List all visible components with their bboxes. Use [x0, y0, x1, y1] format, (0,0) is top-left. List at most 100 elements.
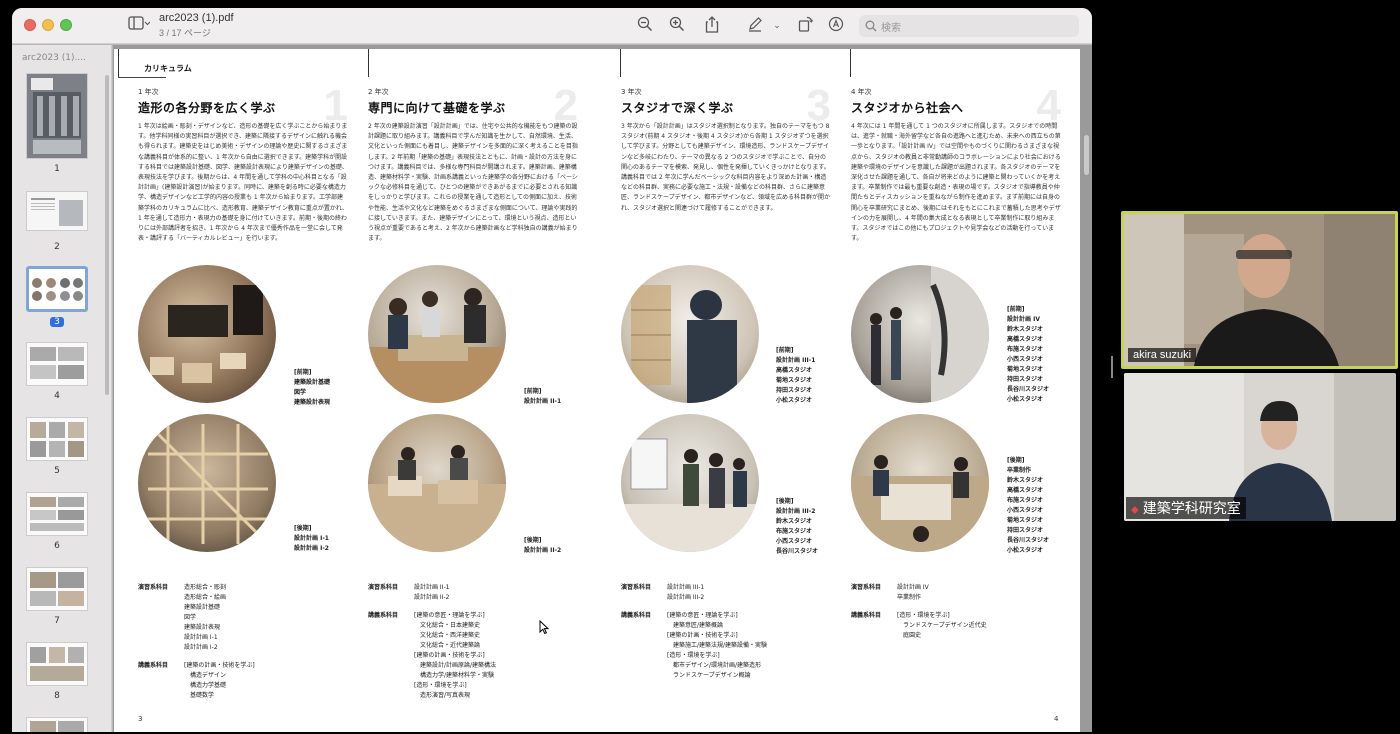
year-number: 4 — [1036, 81, 1061, 130]
sidebar-title: arc2023 (1).... — [22, 53, 86, 63]
list-item: [建築の意匠・理論を学ぶ] — [667, 612, 738, 619]
subject-list: [建築の意匠・理論を学ぶ] 文化総合・日本建築史 文化総合・西洋建築史 文化総合… — [414, 611, 496, 701]
minimize-window-button[interactable] — [42, 19, 54, 31]
list-item: 造形演習/写真表現 — [414, 692, 471, 699]
sidebar-scrollbar[interactable] — [105, 75, 109, 395]
list-item: 布施スタジオ — [1007, 497, 1044, 504]
page-thumbnail[interactable] — [26, 73, 88, 159]
list-item: 造形総合・彫刻 — [184, 584, 227, 591]
list-item: 小松スタジオ — [1007, 396, 1044, 403]
document-scrollbar[interactable] — [1084, 135, 1089, 175]
term-label-year1-first: [前期] 建築設計基礎 図学 建築設計表現 — [294, 368, 330, 408]
list-item: [建築の計画・技術を学ぶ] — [184, 662, 255, 669]
list-item: 鈴木スタジオ — [1007, 477, 1044, 484]
list-item: 菊地スタジオ — [1007, 517, 1044, 524]
document-title: arc2023 (1).pdf — [159, 12, 234, 24]
year-column-3: 3 3 年次 スタジオで深く学ぶ 3 年次から「設計計画」はスタジオ選択制となり… — [621, 79, 831, 214]
list-item: 設計計画 I-2 — [294, 545, 329, 552]
subject-list: 造形総合・彫刻 造形総合・絵画 建築設計基礎 図学 建築設計表現 設計計画 I-1 設計計画… — [184, 583, 226, 653]
list-item: [後期] — [776, 498, 794, 505]
zoom-out-icon[interactable] — [635, 16, 655, 36]
term-label-year3-second: [後期] 設計計画 III-2 鈴木スタジオ 布施スタジオ 小西スタジオ 長谷川スタジオ — [776, 497, 818, 557]
list-item: [前期] — [1007, 306, 1025, 313]
zoom-in-icon[interactable] — [667, 16, 687, 36]
year-column-1: 1 1 年次 造形の各分野を広く学ぶ 1 年次は絵画・彫刻・デザインなど、造形の… — [138, 79, 348, 244]
share-icon[interactable] — [702, 16, 722, 36]
list-item: 持田スタジオ — [1007, 376, 1044, 383]
page-thumbnail[interactable] — [26, 342, 88, 386]
page-thumbnail[interactable] — [26, 717, 88, 732]
list-item: 設計計画 III-1 — [776, 357, 816, 364]
column-title: 造形の各分野を広く学ぶ — [138, 101, 276, 115]
page-thumbnail[interactable] — [26, 492, 88, 536]
zoom-window-button[interactable] — [60, 19, 72, 31]
page-thumbnail[interactable] — [26, 567, 88, 611]
video-panel-resize-handle[interactable] — [1111, 356, 1113, 378]
thumbnail-page-number: 4 — [54, 391, 60, 401]
document-view: カリキュラム 1 1 年次 造形の各分野を広く学ぶ 1 年次は絵画・彫刻・デザイ… — [113, 45, 1092, 732]
page-thumbnail[interactable] — [26, 642, 88, 686]
section-heading: カリキュラム — [144, 64, 192, 73]
video-tile-speaker[interactable]: akira suzuki — [1121, 211, 1398, 369]
year-column-4: 4 4 年次 スタジオから社会へ 4 年次には 1 年間を通して 1 つのスタジ… — [851, 79, 1061, 244]
year-column-2: 2 2 年次 専門に向けて基礎を学ぶ 2 年次の建築設計演習「設計計画」では、住… — [368, 79, 578, 244]
term-label-year3-first: [前期] 設計計画 III-1 高橋スタジオ 菊地スタジオ 持田スタジオ 小松スタジオ — [776, 346, 815, 406]
search-field[interactable]: 検索 — [859, 15, 1079, 37]
list-item: 高橋スタジオ — [1007, 336, 1044, 343]
term-label-year4-second: [後期] 卒業制作 鈴木スタジオ 高橋スタジオ 布施スタジオ 小西スタジオ 菊地スタジオ 持田… — [1007, 456, 1049, 556]
list-item: 文化総合・近代建築論 — [414, 642, 481, 649]
header-rule — [118, 77, 166, 78]
page-number-left: 3 — [138, 715, 143, 723]
page-thumbnail[interactable] — [26, 191, 88, 231]
subject-category: 演習系科目 — [368, 584, 399, 591]
page-indicator: 3 / 17 ページ — [159, 28, 211, 38]
page-thumbnail-selected[interactable] — [26, 266, 88, 312]
list-item: 文化総合・日本建築史 — [414, 622, 481, 629]
list-item: [造形・環境を学ぶ] — [414, 682, 467, 689]
markup-pen-icon[interactable] — [745, 16, 765, 36]
year-number: 1 — [323, 81, 348, 130]
column-marker — [118, 49, 119, 77]
list-item: 持田スタジオ — [776, 387, 813, 394]
list-item: [前期] — [524, 388, 542, 395]
list-item: 設計計画 III-1 — [667, 584, 705, 591]
subject-category: 演習系科目 — [851, 584, 882, 591]
participant-name: ⬥ 建築学科研究室 — [1126, 497, 1246, 519]
subject-list: [建築の意匠・理論を学ぶ] 建築意匠/建築概論 [建築の計画・技術を学ぶ] 建築施… — [667, 611, 767, 681]
rotate-icon[interactable] — [795, 16, 815, 36]
list-item: 鈴木スタジオ — [776, 518, 813, 525]
annotate-icon[interactable] — [826, 16, 846, 36]
list-item: 長谷川スタジオ — [1007, 386, 1050, 393]
screen: arc2023 (1).pdf 3 / 17 ページ ⌄ 検索 arc2023 … — [0, 0, 1400, 734]
subject-category: 講義系科目 — [138, 662, 169, 669]
list-item: [後期] — [524, 537, 542, 544]
list-item: 布施スタジオ — [776, 528, 813, 535]
markup-dropdown-chevron-icon[interactable]: ⌄ — [770, 16, 784, 36]
thumbnail-page-number: 5 — [54, 466, 60, 476]
year-label: 4 年次 — [851, 88, 872, 96]
video-tile-participant[interactable]: ⬥ 建築学科研究室 — [1124, 373, 1396, 521]
subjects-year4: 演習系科目 設計計画 IV 卒業制作 講義系科目 [造形・環境を学ぶ] ランドスケープ… — [851, 583, 987, 641]
column-body: 4 年次には 1 年間を通して 1 つのスタジオに所属します。スタジオでの時間は… — [851, 123, 1061, 243]
list-item: [前期] — [776, 347, 794, 354]
list-item: 卒業制作 — [897, 594, 922, 601]
close-window-button[interactable] — [24, 19, 36, 31]
thumbnail-page-number-selected: 3 — [26, 317, 88, 327]
list-item: 設計計画 II-1 — [414, 584, 450, 591]
list-item: ランドスケープデザイン概論 — [667, 672, 751, 679]
list-item: 布施スタジオ — [1007, 346, 1044, 353]
column-body: 2 年次の建築設計演習「設計計画」では、住宅や公共的な機能をもつ建築の設計課題に… — [368, 123, 578, 243]
sidebar-toggle-icon[interactable] — [126, 16, 152, 36]
list-item: ランドスケープデザイン近代史 — [897, 622, 987, 629]
title-bar: arc2023 (1).pdf 3 / 17 ページ ⌄ 検索 — [12, 8, 1092, 44]
column-marker — [368, 49, 369, 77]
thumbnail-page-number: 2 — [54, 242, 60, 252]
year-number: 2 — [553, 81, 578, 130]
photo-student-shelf — [621, 265, 759, 403]
subjects-year2: 演習系科目 設計計画 II-1 設計計画 II-2 講義系科目 [建築の意匠・理論を学… — [368, 583, 496, 701]
list-item: 設計計画 IV — [897, 584, 929, 591]
subject-category: 演習系科目 — [138, 584, 169, 591]
column-title: 専門に向けて基礎を学ぶ — [368, 101, 506, 115]
pdf-page: カリキュラム 1 1 年次 造形の各分野を広く学ぶ 1 年次は絵画・彫刻・デザイ… — [114, 49, 1080, 732]
page-thumbnail[interactable] — [26, 417, 88, 461]
